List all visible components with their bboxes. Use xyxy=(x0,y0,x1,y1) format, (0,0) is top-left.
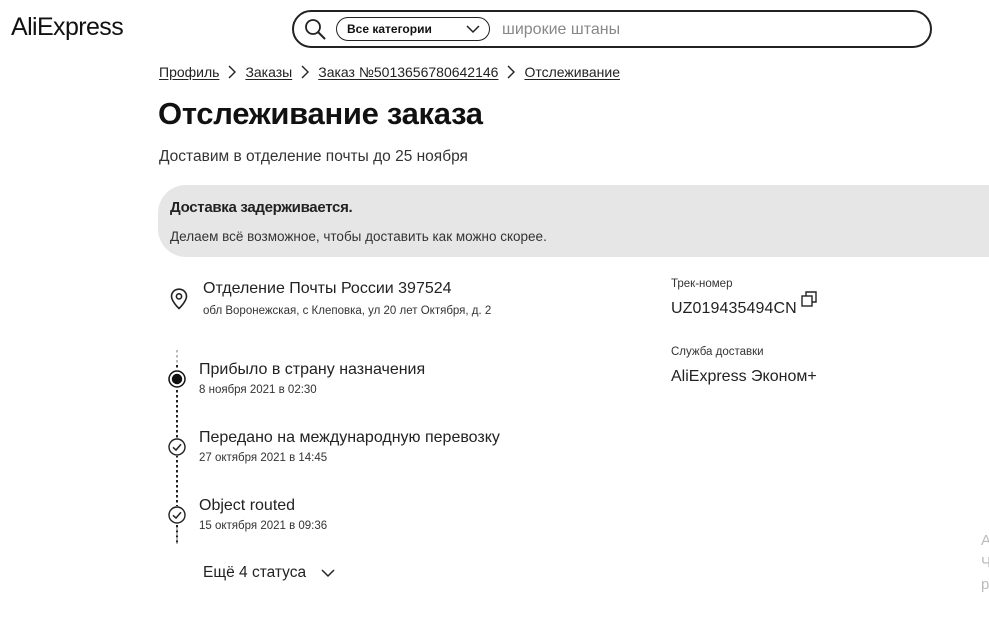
destination-address: обл Воронежская, с Клеповка, ул 20 лет О… xyxy=(203,305,492,317)
delay-alert: Доставка задерживается. Делаем всё возмо… xyxy=(158,185,989,257)
timeline-line-top xyxy=(176,350,178,364)
timeline-line-bottom xyxy=(176,528,178,544)
delivery-service-label: Служба доставки xyxy=(671,346,764,358)
aliexpress-logo[interactable]: AliExpress xyxy=(11,13,124,42)
chevron-down-icon xyxy=(321,569,335,578)
clipped-text-line: А xyxy=(981,532,989,549)
location-pin-icon xyxy=(170,288,188,310)
search-input[interactable] xyxy=(502,19,902,41)
page-subtitle: Доставим в отделение почты до 25 ноября xyxy=(159,148,468,165)
category-select-label: Все категории xyxy=(347,22,432,36)
copy-icon[interactable] xyxy=(801,291,818,308)
alert-text: Делаем всё возможное, чтобы доставить ка… xyxy=(170,229,547,244)
timeline-item-date: 27 октября 2021 в 14:45 xyxy=(199,452,328,464)
search-bar[interactable]: Все категории xyxy=(292,10,932,48)
show-more-statuses-label: Ещё 4 статуса xyxy=(203,564,307,581)
check-circle-icon xyxy=(168,506,186,524)
delivery-service-value: AliExpress Эконом+ xyxy=(671,368,817,385)
breadcrumb-profile[interactable]: Профиль xyxy=(159,64,219,80)
chevron-right-icon xyxy=(301,65,310,79)
clipped-side-panel-text: А Ч р xyxy=(981,530,989,596)
category-select[interactable]: Все категории xyxy=(336,17,490,41)
page: AliExpress Все категории Профиль Заказы … xyxy=(0,0,989,623)
destination-title: Отделение Почты России 397524 xyxy=(203,280,452,297)
breadcrumb-tracking[interactable]: Отслеживание xyxy=(524,64,620,80)
timeline-item-date: 8 ноября 2021 в 02:30 xyxy=(199,384,317,396)
timeline-item-date: 15 октября 2021 в 09:36 xyxy=(199,520,328,532)
breadcrumb-orders[interactable]: Заказы xyxy=(245,64,292,80)
alert-title: Доставка задерживается. xyxy=(170,199,353,216)
clipped-text-line: р xyxy=(981,576,989,593)
timeline-item-title: Передано на международную перевозку xyxy=(199,429,500,446)
timeline-item-title: Прибыло в страну назначения xyxy=(199,361,426,378)
chevron-right-icon xyxy=(507,65,516,79)
chevron-right-icon xyxy=(228,65,237,79)
check-circle-icon xyxy=(168,438,186,456)
breadcrumb: Профиль Заказы Заказ №5013656780642146 О… xyxy=(159,64,620,80)
tracking-label: Трек-номер xyxy=(671,278,733,290)
search-icon[interactable] xyxy=(304,18,326,40)
breadcrumb-order[interactable]: Заказ №5013656780642146 xyxy=(318,64,498,80)
page-title: Отслеживание заказа xyxy=(158,96,483,131)
timeline-item-title: Object routed xyxy=(199,497,296,514)
chevron-down-icon xyxy=(466,25,480,34)
tracking-number[interactable]: UZ019435494CN xyxy=(671,300,797,318)
timeline-current-icon xyxy=(168,370,186,388)
clipped-text-line: Ч xyxy=(981,554,989,571)
show-more-statuses-button[interactable]: Ещё 4 статуса xyxy=(203,564,336,582)
